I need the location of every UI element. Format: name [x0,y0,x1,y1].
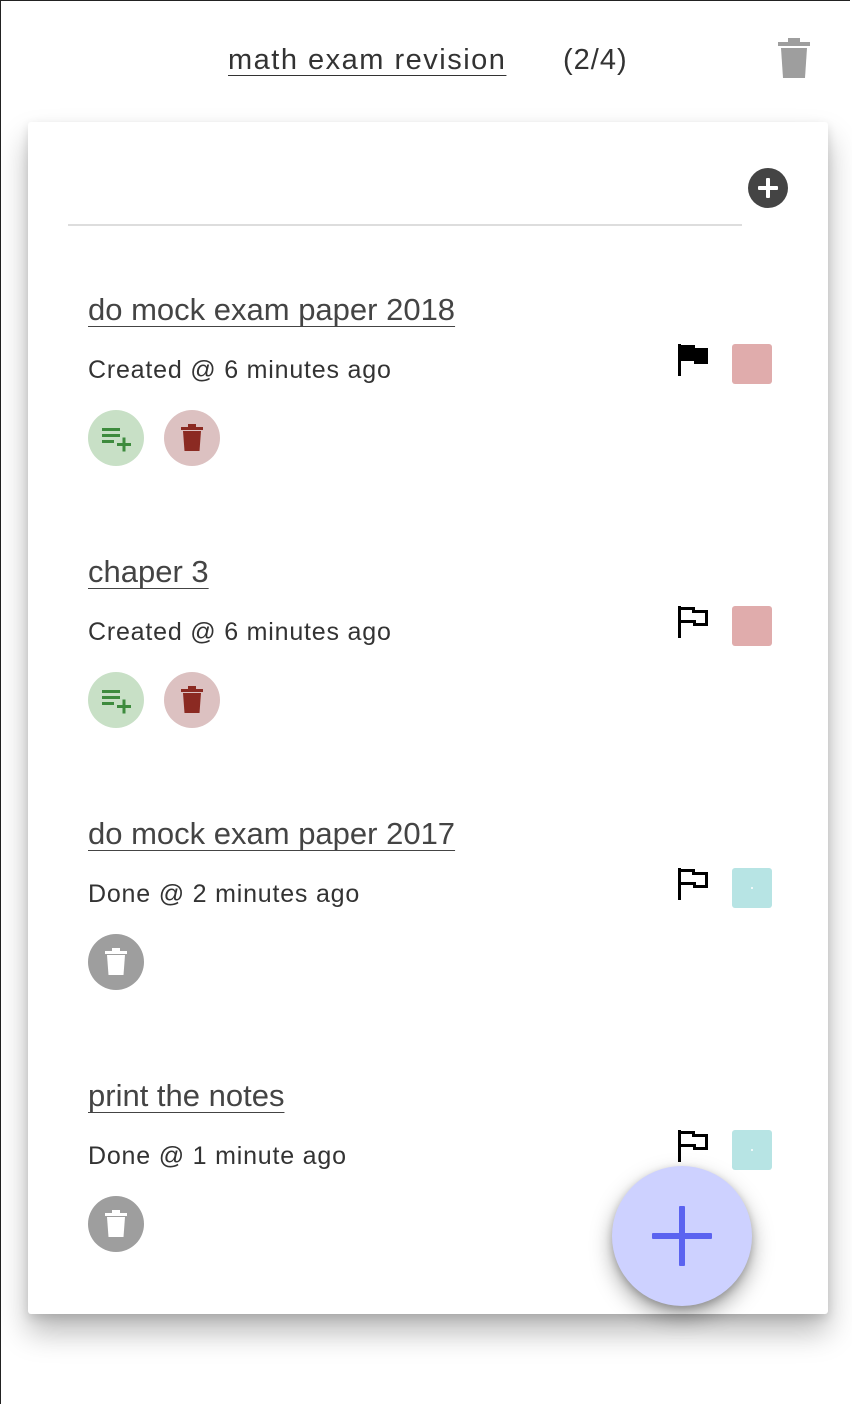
add-circle-icon[interactable] [748,168,788,208]
flag-outline-icon[interactable] [676,604,712,640]
delete-task-button[interactable] [88,1196,144,1252]
add-subtask-button[interactable] [88,672,144,728]
task-title[interactable]: do mock exam paper 2018 [88,292,455,328]
flag-filled-icon[interactable] [676,342,712,378]
list-progress-count: (2/4) [563,44,628,76]
task-status: Created @ 6 minutes ago [88,356,392,384]
list-header: math exam revision (2/4) [0,36,852,88]
color-swatch[interactable] [732,606,772,646]
task-status: Done @ 2 minutes ago [88,880,361,908]
color-swatch[interactable] [732,344,772,384]
task-title[interactable]: do mock exam paper 2017 [88,816,455,852]
task-title[interactable]: print the notes [88,1078,284,1114]
color-swatch[interactable] [732,1130,772,1170]
delete-task-button[interactable] [88,934,144,990]
task-status: Done @ 1 minute ago [88,1142,347,1170]
new-task-input[interactable] [68,184,742,226]
add-fab-button[interactable] [612,1166,752,1306]
task-item: chaper 3 Created @ 6 minutes ago [88,554,808,794]
task-list-card: do mock exam paper 2018 Created @ 6 minut… [28,122,828,1314]
flag-outline-icon[interactable] [676,1128,712,1164]
task-status: Created @ 6 minutes ago [88,618,392,646]
delete-task-button[interactable] [164,410,220,466]
trash-icon[interactable] [776,38,812,78]
add-subtask-button[interactable] [88,410,144,466]
task-item: do mock exam paper 2018 Created @ 6 minut… [88,292,808,532]
delete-task-button[interactable] [164,672,220,728]
task-item: do mock exam paper 2017 Done @ 2 minutes … [88,816,808,1056]
task-title[interactable]: chaper 3 [88,554,209,590]
list-title[interactable]: math exam revision [228,44,506,77]
flag-outline-icon[interactable] [676,866,712,902]
color-swatch[interactable] [732,868,772,908]
